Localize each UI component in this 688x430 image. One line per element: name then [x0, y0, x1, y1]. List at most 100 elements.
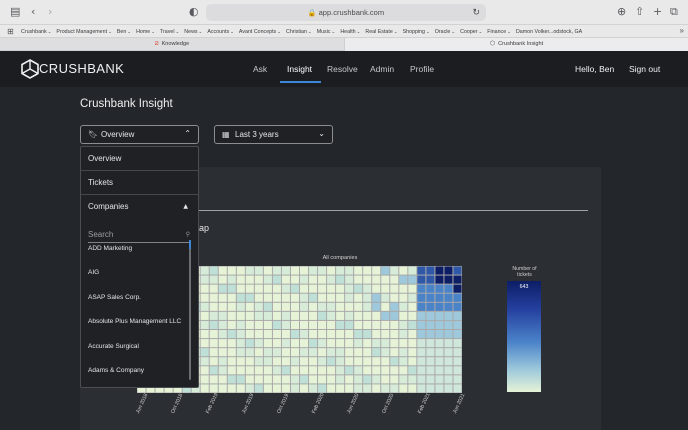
tab-bar: ⧄ Knowledge ⬡ Crushbank Insight [0, 38, 688, 51]
heatmap-cell [390, 284, 399, 293]
favorite-item[interactable]: Finance⌄ [487, 27, 511, 37]
heatmap-cell [318, 339, 327, 348]
favorite-item[interactable]: Christian⌄ [286, 27, 312, 37]
heatmap-cell [345, 348, 354, 357]
heatmap-cell [327, 366, 336, 375]
heatmap-cell [227, 266, 236, 275]
heatmap-cell [263, 311, 272, 320]
favorite-item[interactable]: News⌄ [184, 27, 202, 37]
new-tab-icon[interactable]: + [653, 6, 662, 18]
heatmap-cell [354, 293, 363, 302]
address-bar[interactable]: 🔒 app.crushbank.com ↻ [206, 4, 486, 21]
chevron-down-icon: ⌄ [331, 29, 336, 34]
nav-insight[interactable]: Insight [287, 64, 312, 74]
sign-out-link[interactable]: Sign out [629, 64, 660, 74]
company-item[interactable]: Accurate Surgical [88, 343, 139, 350]
heatmap-cell [318, 293, 327, 302]
heatmap-cell [426, 339, 435, 348]
chevron-down-icon: ⌄ [425, 29, 430, 34]
favorite-item[interactable]: Real Estate⌄ [365, 27, 397, 37]
heatmap-cell [426, 384, 435, 393]
company-list-scrollbar[interactable] [189, 240, 191, 380]
heatmap-cell [426, 357, 435, 366]
date-range-select[interactable]: ▦ Last 3 years ⌄ [214, 125, 333, 144]
heatmap-cell [281, 375, 290, 384]
company-search-input[interactable]: Search ⚲ [88, 227, 191, 243]
scrollbar-thumb[interactable] [189, 240, 191, 249]
heatmap-cell [336, 302, 345, 311]
heatmap-cell [354, 384, 363, 393]
heatmap-cell [444, 366, 453, 375]
caret-up-icon: ▲ [183, 203, 188, 210]
company-item[interactable]: Absolute Plus Management LLC [88, 318, 181, 325]
heatmap-cell [263, 293, 272, 302]
share-icon[interactable]: ⇧ [635, 6, 644, 18]
chevron-down-icon: ⌄ [175, 29, 180, 34]
heatmap-cell [381, 275, 390, 284]
heatmap-cell [245, 375, 254, 384]
nav-resolve[interactable]: Resolve [327, 64, 358, 74]
more-chevron-icon[interactable]: » [680, 26, 684, 35]
favorite-item[interactable]: Crushbank⌄ [21, 27, 51, 37]
heatmap-cell [372, 275, 381, 284]
company-item[interactable]: ASAP Sales Corp. [88, 294, 141, 301]
nav-admin[interactable]: Admin [370, 64, 394, 74]
heatmap-cell [345, 357, 354, 366]
sidebar-toggle-icon[interactable]: ▤ [10, 6, 20, 18]
heatmap-cell [345, 302, 354, 311]
favorite-item[interactable]: Cooper⌄ [460, 27, 482, 37]
heatmap-cell [372, 330, 381, 339]
heatmap-cell [435, 384, 444, 393]
nav-ask[interactable]: Ask [253, 64, 267, 74]
heatmap-cell [290, 330, 299, 339]
favorite-item[interactable]: Music⌄ [317, 27, 336, 37]
heatmap-cell [300, 302, 309, 311]
company-item[interactable]: Adams & Company [88, 367, 144, 374]
tab-overview-icon[interactable]: ⧉ [670, 6, 678, 18]
grid-icon[interactable]: ⊞ [7, 27, 14, 36]
back-icon[interactable]: ‹ [31, 6, 35, 18]
favorite-item[interactable]: Home⌄ [136, 27, 155, 37]
favorite-item[interactable]: Shopping⌄ [403, 27, 430, 37]
heatmap-cell [309, 375, 318, 384]
favorite-item[interactable]: Damon Volker...odstock, GA [516, 28, 582, 37]
heatmap-cell [336, 330, 345, 339]
favorite-item[interactable]: Oracle⌄ [435, 27, 455, 37]
favorite-label: Avant Concepts [238, 29, 277, 35]
company-item[interactable]: ADD Marketing [88, 245, 132, 252]
heatmap-cell [408, 293, 417, 302]
heatmap-cell [327, 348, 336, 357]
favorite-item[interactable]: Accounts⌄ [207, 27, 234, 37]
heatmap-cell [399, 275, 408, 284]
download-icon[interactable]: ⊕ [617, 6, 626, 18]
heatmap-cell [390, 375, 399, 384]
favorite-item[interactable]: Product Management⌄ [56, 27, 111, 37]
heatmap-cell [399, 320, 408, 329]
heatmap-cell [227, 302, 236, 311]
view-select[interactable]: 🔖︎ Overview ⌃ [80, 125, 199, 144]
heatmap-cell [399, 366, 408, 375]
favorite-item[interactable]: Health⌄ [340, 27, 360, 37]
dropdown-item-overview[interactable]: Overview [81, 147, 198, 171]
dropdown-item-tickets[interactable]: Tickets [81, 171, 198, 195]
reload-icon[interactable]: ↻ [472, 4, 480, 21]
forward-icon[interactable]: › [48, 6, 52, 18]
heatmap-cell [200, 293, 209, 302]
crushbank-logo-icon[interactable] [20, 59, 40, 79]
favorite-item[interactable]: Travel⌄ [160, 27, 179, 37]
heatmap-cell [336, 284, 345, 293]
nav-profile[interactable]: Profile [410, 64, 434, 74]
dropdown-item-companies[interactable]: Companies ▲ [81, 195, 198, 219]
heatmap-cell [426, 366, 435, 375]
heatmap-cell [309, 339, 318, 348]
privacy-shield-icon[interactable]: ◐ [189, 6, 199, 18]
company-item[interactable]: AIG [88, 269, 99, 276]
favorite-item[interactable]: Avant Concepts⌄ [239, 27, 281, 37]
tab-knowledge[interactable]: ⧄ Knowledge [0, 38, 344, 51]
favorite-item[interactable]: Ben⌄ [117, 27, 131, 37]
heatmap-cell [336, 266, 345, 275]
heatmap-cell [345, 375, 354, 384]
legend-max-value: 643 [519, 284, 529, 290]
tab-crushbank-insight[interactable]: ⬡ Crushbank Insight [344, 38, 688, 51]
heatmap-cell [309, 330, 318, 339]
